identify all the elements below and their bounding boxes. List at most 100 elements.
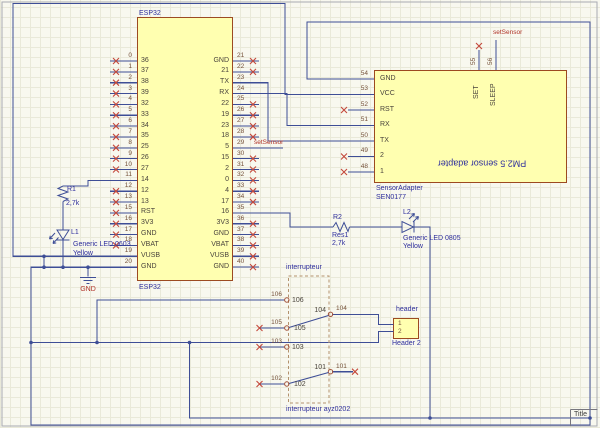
esp32-right-pin-number: 40 [237, 258, 244, 265]
sensor-body-label: PM2.5 sensor adapter [400, 158, 564, 168]
switch-sublabel: interrupteur ayz0202 [286, 406, 350, 414]
esp32-right-pin-number: 26 [237, 106, 244, 113]
r2-value: 2,7k [332, 240, 345, 248]
esp32-left-pin-number: 2 [92, 74, 132, 81]
sensor-refdes: SensorAdapter [376, 185, 423, 193]
esp32-right-pin-name: 2 [178, 165, 229, 173]
esp32-right-pin-number: 31 [237, 161, 244, 168]
net-label-setsensor-esp32[interactable]: setSensor [254, 139, 283, 146]
switch-label: interrupteur [286, 264, 322, 272]
esp32-right-pin-name: 4 [178, 187, 229, 195]
esp32-right-pin-number: 35 [237, 204, 244, 211]
esp32-left-pin-name: RST [141, 208, 155, 216]
esp32-left-pin-number: 5 [92, 106, 132, 113]
switch-right-pin-name: 101 [306, 364, 326, 372]
l2-color: Yellow [403, 243, 423, 251]
l1-refdes: L1 [71, 229, 79, 237]
esp32-right-pin-name: 3V3 [178, 219, 229, 227]
sensor-sleep-pin-name: SLEEP [490, 72, 498, 106]
title-block-title: Title [574, 411, 587, 419]
sensor-pin-name: VCC [380, 90, 395, 98]
esp32-left-pin-number: 6 [92, 117, 132, 124]
r2-refdes: R2 [333, 214, 342, 222]
esp32-left-pin-name: 38 [141, 78, 149, 86]
esp32-right-pin-number: 39 [237, 247, 244, 254]
esp32-left-pin-name: 14 [141, 176, 149, 184]
esp32-right-pin-name: VBAT [178, 241, 229, 249]
switch-left-pin-name: 105 [294, 325, 306, 333]
esp32-left-pin-number: 0 [92, 52, 132, 59]
esp32-right-pin-name: 15 [178, 154, 229, 162]
sensor-pin-number: 51 [330, 116, 368, 123]
switch-left-pin-number: 106 [252, 291, 282, 298]
esp32-left-pin-name: 34 [141, 122, 149, 130]
sensor-pin-name: 2 [380, 152, 384, 160]
switch-right-pin-number: 104 [336, 305, 347, 312]
esp32-right-pin-number: 29 [237, 139, 244, 146]
esp32-left-pin-number: 17 [92, 226, 132, 233]
esp32-left-pin-number: 15 [92, 204, 132, 211]
esp32-left-pin-number: 4 [92, 95, 132, 102]
switch-left-pin-number: 105 [252, 319, 282, 326]
switch-left-pin-number: 102 [252, 375, 282, 382]
sensor-pin-number: 49 [330, 147, 368, 154]
sensor-set-pin-name: SET [473, 73, 481, 99]
header-sublabel: Header 2 [392, 340, 421, 348]
esp32-right-pin-number: 24 [237, 85, 244, 92]
esp32-right-pin-name: GND [178, 57, 229, 65]
switch-right-pin-number: 101 [336, 363, 347, 370]
sensor-pin-name: RX [380, 121, 390, 129]
switch-left-pin-number: 103 [252, 338, 282, 345]
esp32-subtitle: ESP32 [139, 284, 161, 292]
esp32-left-pin-name: VUSB [141, 252, 160, 260]
esp32-left-pin-number: 10 [92, 161, 132, 168]
esp32-right-pin-number: 28 [237, 128, 244, 135]
esp32-right-pin-number: 22 [237, 63, 244, 70]
esp32-title: ESP32 [139, 10, 161, 18]
sensor-pin56-number: 56 [487, 51, 494, 65]
net-label-setsensor-sleep[interactable]: setSensor [493, 29, 522, 36]
esp32-left-pin-name: 27 [141, 165, 149, 173]
esp32-left-pin-name: 39 [141, 89, 149, 97]
schematic-sheet: ESP32 ESP32 SensorAdapter SEN0177 PM2.5 … [0, 0, 600, 428]
esp32-left-pin-number: 18 [92, 236, 132, 243]
esp32-right-pin-number: 27 [237, 117, 244, 124]
esp32-right-pin-name: 5 [178, 143, 229, 151]
esp32-left-pin-number: 19 [92, 247, 132, 254]
esp32-right-pin-name: GND [178, 263, 229, 271]
esp32-right-pin-number: 34 [237, 193, 244, 200]
l2-description: Generic LED 0805 [403, 235, 461, 243]
esp32-left-pin-name: 26 [141, 154, 149, 162]
esp32-left-pin-name: 3V3 [141, 219, 153, 227]
sensor-pin55-number: 55 [470, 51, 477, 65]
esp32-right-pin-number: 30 [237, 150, 244, 157]
esp32-right-pin-name: 23 [178, 122, 229, 130]
esp32-left-pin-name: 13 [141, 198, 149, 206]
sensor-pin-number: 53 [330, 85, 368, 92]
esp32-left-pin-name: 37 [141, 67, 149, 75]
sensor-pin-number: 54 [330, 70, 368, 77]
switch-left-pin-name: 102 [294, 381, 306, 389]
r1-refdes: R1 [67, 186, 76, 194]
esp32-right-pin-number: 36 [237, 215, 244, 222]
esp32-left-pin-number: 9 [92, 150, 132, 157]
sensor-part-number: SEN0177 [376, 194, 406, 202]
esp32-right-pin-number: 37 [237, 226, 244, 233]
sensor-pin-number: 52 [330, 101, 368, 108]
gnd-label: GND [76, 286, 100, 294]
r1-value: 2,7k [66, 200, 79, 208]
l1-color: Yellow [73, 250, 93, 258]
esp32-right-pin-number: 21 [237, 52, 244, 59]
esp32-right-pin-name: 16 [178, 208, 229, 216]
esp32-left-pin-name: GND [141, 263, 157, 271]
esp32-left-pin-number: 12 [92, 182, 132, 189]
esp32-right-pin-number: 38 [237, 236, 244, 243]
esp32-left-pin-number: 20 [92, 258, 132, 265]
r2-libref: Res1 [332, 232, 348, 240]
esp32-right-pin-number: 23 [237, 74, 244, 81]
esp32-right-pin-name: 22 [178, 100, 229, 108]
esp32-right-pin-number: 32 [237, 171, 244, 178]
sensor-pin-number: 48 [330, 163, 368, 170]
esp32-right-pin-name: TX [178, 78, 229, 86]
switch-right-pin-name: 104 [306, 307, 326, 315]
